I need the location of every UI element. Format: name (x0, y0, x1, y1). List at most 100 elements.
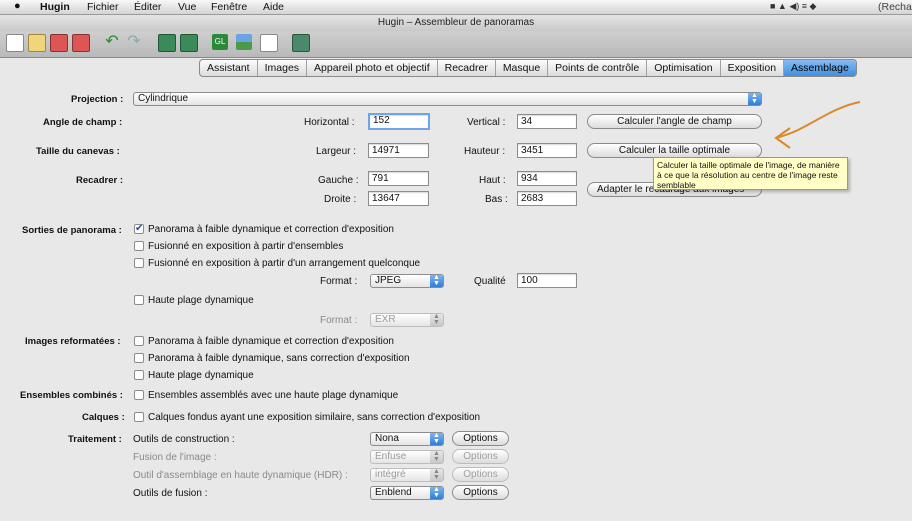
output-fused-stacks-checkbox[interactable] (134, 241, 144, 251)
remapped-hdr-checkbox[interactable] (134, 370, 144, 380)
gl-preview-icon[interactable]: GL (212, 34, 228, 50)
width-label: Largeur : (316, 146, 357, 157)
layers-option-label: Calques fondus ayant une exposition simi… (148, 412, 481, 423)
crop-label: Recadrer : (76, 175, 123, 186)
height-label: Hauteur : (464, 146, 506, 157)
calculate-fov-button[interactable]: Calculer l'angle de champ (587, 114, 762, 129)
annotation-arrow-icon (774, 101, 861, 149)
tab-stitcher[interactable]: Assemblage (784, 60, 856, 76)
new-project-icon[interactable] (6, 34, 24, 52)
blender-label: Outils de fusion : (133, 488, 208, 499)
crop-right-label: Droite : (324, 194, 357, 205)
quality-input[interactable]: 100 (517, 273, 577, 288)
save-as-icon[interactable] (72, 34, 90, 52)
select-arrows-icon: ▲ ▼ (430, 468, 443, 481)
calculate-optimal-size-button[interactable]: Calculer la taille optimale (587, 143, 762, 158)
menu-fichier[interactable]: Fichier (87, 1, 119, 13)
crop-top-label: Haut : (479, 175, 506, 186)
tab-assistant[interactable]: Assistant (200, 60, 258, 76)
select-arrows-icon: ▲ ▼ (430, 450, 443, 463)
optimal-size-tooltip: Calculer la taille optimale de l'image, … (653, 157, 848, 190)
remapper-label: Outils de construction : (133, 434, 235, 445)
format-label: Format : (320, 276, 358, 287)
menu-aide[interactable]: Aide (263, 1, 284, 13)
projection-label: Projection : (71, 94, 124, 105)
remapped-ldr-checkbox[interactable] (134, 336, 144, 346)
combined-hdr-checkbox[interactable] (134, 390, 144, 400)
hdr-format-value: EXR (375, 314, 396, 325)
tab-crop[interactable]: Recadrer (438, 60, 496, 76)
canvas-size-label: Taille du canevas : (36, 146, 120, 157)
output-ldr-checkbox[interactable]: ✔ (134, 224, 144, 234)
quality-label: Qualité (474, 276, 506, 287)
tab-mask[interactable]: Masque (496, 60, 549, 76)
remapper-options-button[interactable]: Options (452, 431, 509, 446)
crop-left-input[interactable]: 791 (368, 171, 429, 186)
remapped-ldr-nocorr-checkbox[interactable] (134, 353, 144, 363)
tab-bar: Assistant Images Appareil photo et objec… (199, 59, 857, 77)
tab-exposure[interactable]: Exposition (721, 60, 785, 76)
select-arrows-icon: ▲ ▼ (748, 92, 761, 105)
menu-app-name[interactable]: Hugin (40, 1, 70, 13)
crop-bottom-label: Bas : (485, 194, 508, 205)
add-images-icon[interactable] (158, 34, 176, 52)
select-arrows-icon: ▲ ▼ (430, 432, 443, 445)
crop-top-input[interactable]: 934 (517, 171, 577, 186)
image-fusion-value: Enfuse (375, 451, 407, 462)
combined-hdr-label: Ensembles assemblés avec une haute plage… (148, 390, 399, 401)
width-input[interactable]: 14971 (368, 143, 429, 158)
crop-left-label: Gauche : (318, 175, 359, 186)
image-fusion-options-button[interactable]: Options (452, 449, 509, 464)
menu-fenetre[interactable]: Fenêtre (211, 1, 247, 13)
output-fused-any-checkbox[interactable] (134, 258, 144, 268)
output-fused-any-label: Fusionné en exposition à partir d'un arr… (148, 258, 421, 269)
spotlight-search[interactable]: (Recha (878, 1, 912, 13)
menu-vue[interactable]: Vue (178, 1, 196, 13)
projection-value: Cylindrique (138, 93, 189, 104)
apple-icon[interactable]: ● (14, 0, 21, 12)
hdr-merge-label: Outil d'assemblage en haute dynamique (H… (133, 470, 348, 481)
blender-select[interactable]: Enblend ▲ ▼ (370, 486, 444, 500)
open-project-icon[interactable] (28, 34, 46, 52)
remapped-ldr-nocorr-label: Panorama à faible dynamique, sans correc… (148, 353, 410, 364)
height-input[interactable]: 3451 (517, 143, 577, 158)
image-fusion-select[interactable]: Enfuse ▲ ▼ (370, 450, 444, 464)
remapped-ldr-label: Panorama à faible dynamique et correctio… (148, 336, 394, 347)
toolbar: ↶ ↷ GL (0, 31, 912, 58)
layers-label: Calques : (82, 412, 125, 423)
output-hdr-checkbox[interactable] (134, 295, 144, 305)
format-select[interactable]: JPEG ▲ ▼ (370, 274, 444, 288)
save-icon[interactable] (50, 34, 68, 52)
panorama-outputs-label: Sorties de panorama : (22, 225, 122, 236)
output-fused-stacks-label: Fusionné en exposition à partir d'ensemb… (148, 241, 344, 252)
undo-icon[interactable]: ↶ (104, 34, 120, 50)
hdr-merge-options-button[interactable]: Options (452, 467, 509, 482)
tab-optimisation[interactable]: Optimisation (647, 60, 721, 76)
vertical-input[interactable]: 34 (517, 114, 577, 129)
crop-bottom-input[interactable]: 2683 (517, 191, 577, 206)
redo-icon[interactable]: ↷ (126, 34, 142, 50)
tab-camera-lens[interactable]: Appareil photo et objectif (307, 60, 438, 76)
remapped-hdr-label: Haute plage dynamique (148, 370, 254, 381)
menu-editer[interactable]: Éditer (134, 1, 161, 13)
projection-select[interactable]: Cylindrique ▲ ▼ (133, 92, 762, 106)
menu-bar: ● Hugin Fichier Éditer Vue Fenêtre Aide … (0, 0, 912, 15)
preview-icon[interactable] (236, 34, 252, 50)
blender-options-button[interactable]: Options (452, 485, 509, 500)
remapper-select[interactable]: Nona ▲ ▼ (370, 432, 444, 446)
list-icon[interactable] (260, 34, 278, 52)
horizontal-label: Horizontal : (304, 117, 355, 128)
window-title: Hugin – Assembleur de panoramas (377, 17, 535, 28)
tab-images[interactable]: Images (258, 60, 308, 76)
hdr-format-select[interactable]: EXR ▲ ▼ (370, 313, 444, 327)
crop-right-input[interactable]: 13647 (368, 191, 429, 206)
horizontal-input[interactable]: 152 (368, 113, 430, 130)
hdr-merge-value: intégré (375, 469, 406, 480)
hdr-merge-select[interactable]: intégré ▲ ▼ (370, 468, 444, 482)
tab-control-points[interactable]: Points de contrôle (548, 60, 648, 76)
add-time-series-icon[interactable] (180, 34, 198, 52)
layers-checkbox[interactable] (134, 412, 144, 422)
panorama-icon[interactable] (292, 34, 310, 52)
select-arrows-icon: ▲ ▼ (430, 313, 443, 326)
output-ldr-label: Panorama à faible dynamique et correctio… (148, 224, 394, 235)
